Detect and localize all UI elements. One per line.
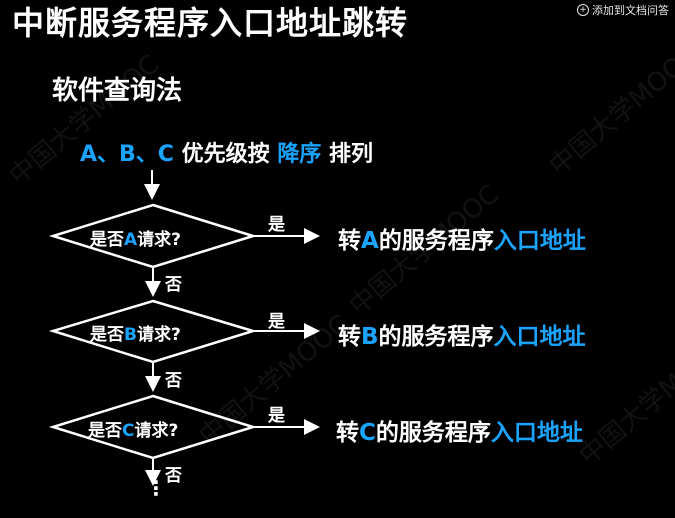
decision-label-c: 是否C请求? bbox=[88, 421, 179, 441]
result-a: 转A的服务程序入口地址 bbox=[338, 228, 586, 254]
result-b: 转B的服务程序入口地址 bbox=[338, 324, 586, 350]
continuation-dots: ⋮ bbox=[146, 476, 166, 500]
yes-label: 是 bbox=[268, 215, 285, 235]
decision-label-b: 是否B请求? bbox=[90, 325, 181, 345]
no-label: 否 bbox=[165, 275, 182, 295]
result-c: 转C的服务程序入口地址 bbox=[336, 420, 583, 446]
yes-label: 是 bbox=[268, 312, 285, 332]
yes-label: 是 bbox=[268, 406, 285, 426]
decision-label-a: 是否A请求? bbox=[90, 230, 182, 250]
no-label: 否 bbox=[165, 371, 182, 391]
no-label: 否 bbox=[165, 466, 182, 486]
